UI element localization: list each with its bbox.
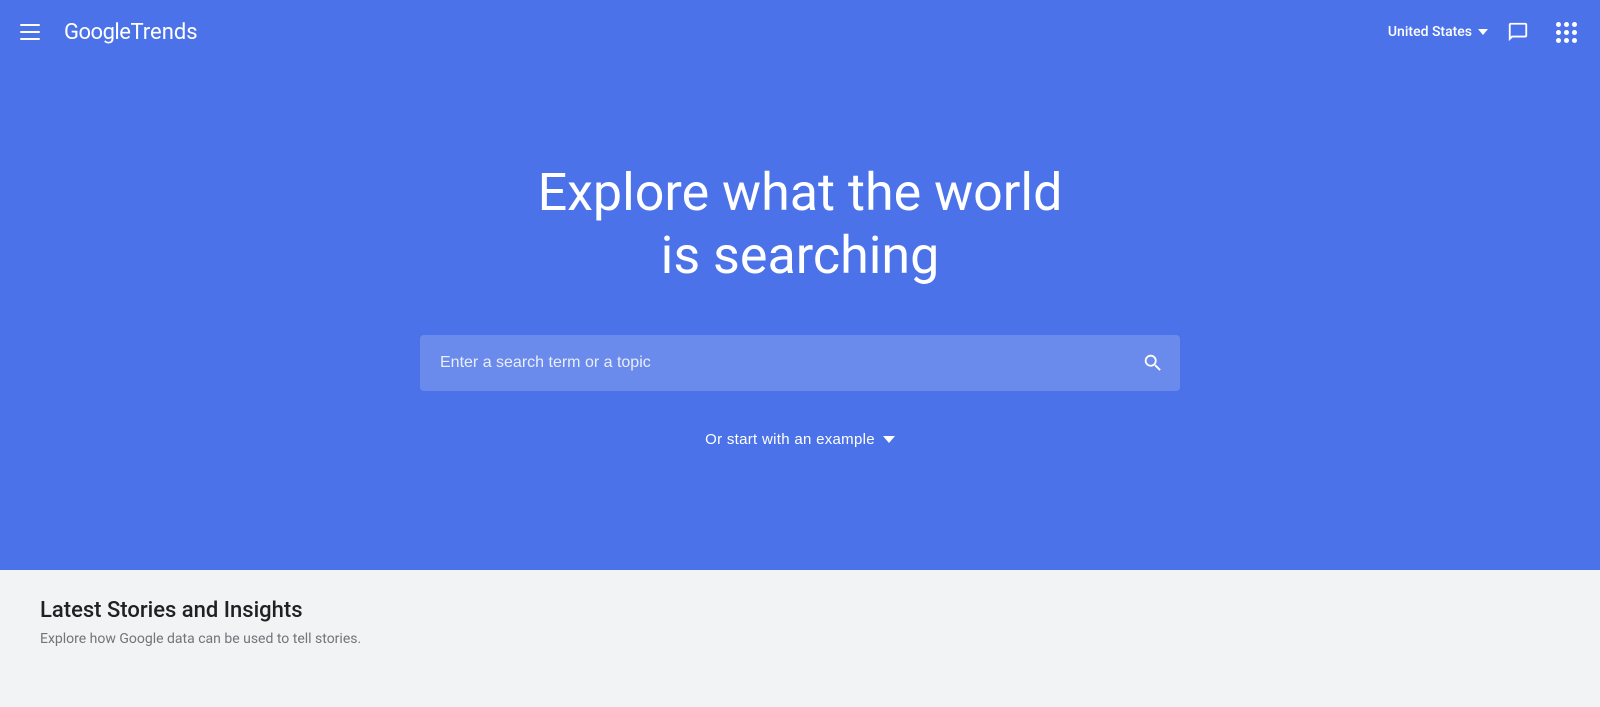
stories-title: Latest Stories and Insights [40,598,1560,623]
search-button[interactable] [1142,352,1164,374]
hero-section: Explore what the world is searching Or s… [0,0,1600,570]
bottom-section: Latest Stories and Insights Explore how … [0,570,1600,707]
hero-title-line2: is searching [661,225,940,286]
grid-icon [1556,22,1577,43]
apps-button[interactable] [1548,14,1584,50]
country-label: United States [1388,24,1472,40]
chevron-down-icon [1478,29,1488,35]
country-selector[interactable]: United States [1388,24,1488,40]
hamburger-menu-button[interactable] [12,16,48,48]
search-container [420,335,1180,391]
feedback-button[interactable] [1500,14,1536,50]
header-left: Google Trends [12,16,198,48]
header: Google Trends United States [0,0,1600,64]
stories-subtitle: Explore how Google data can be used to t… [40,631,1560,647]
chevron-down-icon [883,436,895,443]
search-input[interactable] [420,335,1180,391]
example-button[interactable]: Or start with an example [705,431,895,448]
hero-title: Explore what the world is searching [538,162,1063,287]
logo: Google Trends [64,20,198,45]
example-label: Or start with an example [705,431,875,448]
hero-title-line1: Explore what the world [538,162,1063,223]
logo-trends-text: Trends [130,20,197,45]
chat-icon [1507,21,1529,43]
header-right: United States [1388,14,1584,50]
logo-google-text: Google [64,20,130,45]
search-icon [1142,352,1164,374]
